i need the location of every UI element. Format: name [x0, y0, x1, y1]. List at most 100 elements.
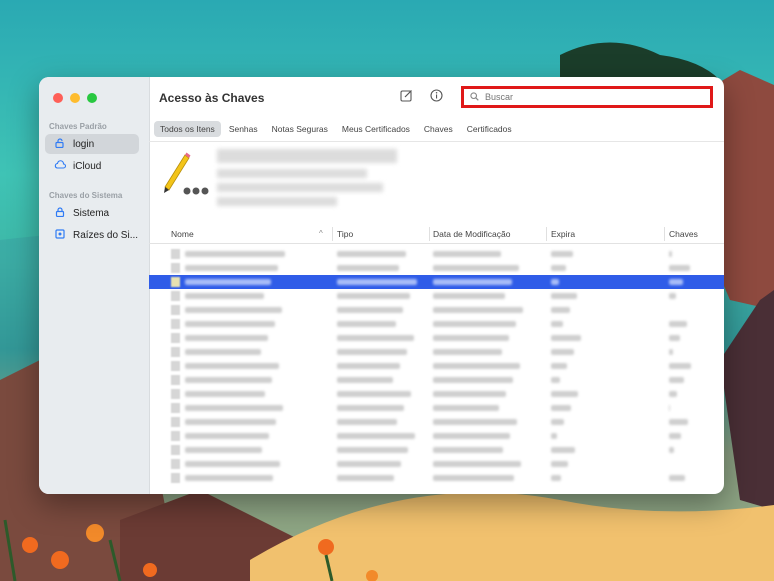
table-cell: [669, 279, 683, 285]
table-row[interactable]: [149, 247, 724, 261]
table-cell: [551, 335, 581, 341]
table-row[interactable]: [149, 387, 724, 401]
column-header-kind[interactable]: Tipo: [337, 229, 353, 239]
table-row[interactable]: [149, 331, 724, 345]
table-cell: [433, 419, 517, 425]
table-cell: [551, 447, 575, 453]
search-icon: [470, 91, 479, 103]
window-title: Acesso às Chaves: [159, 91, 265, 105]
column-header-expires[interactable]: Expira: [551, 229, 575, 239]
item-preview-detail: [217, 183, 383, 192]
table-cell: [433, 391, 506, 397]
safe-icon: [53, 228, 67, 242]
table-cell: [185, 265, 278, 271]
item-preview-detail: [217, 169, 367, 178]
item-type-icon: [171, 333, 180, 343]
sidebar-item-icloud[interactable]: iCloud: [45, 156, 139, 176]
item-type-icon: [171, 389, 180, 399]
item-type-icon: [171, 375, 180, 385]
table-cell: [185, 447, 262, 453]
window-controls: [53, 93, 97, 103]
sort-chevron-icon: ^: [319, 229, 323, 238]
lock-icon: [53, 206, 67, 220]
sidebar-section-system-keychains: Chaves do Sistema: [49, 191, 123, 200]
table-cell: [337, 363, 400, 369]
search-field[interactable]: [461, 86, 713, 108]
filter-passwords[interactable]: Senhas: [223, 121, 264, 137]
zoom-window-button[interactable]: [87, 93, 97, 103]
table-cell: [551, 363, 567, 369]
table-row[interactable]: [149, 401, 724, 415]
close-window-button[interactable]: [53, 93, 63, 103]
table-cell: [669, 293, 676, 299]
table-row[interactable]: [149, 457, 724, 471]
item-type-icon: [171, 305, 180, 315]
table-row[interactable]: [149, 359, 724, 373]
table-cell: [337, 251, 406, 257]
table-cell: [669, 251, 672, 257]
table-cell: [337, 349, 407, 355]
table-row[interactable]: [149, 289, 724, 303]
table-cell: [185, 461, 280, 467]
table-cell: [551, 307, 570, 313]
table-cell: [669, 391, 677, 397]
table-row[interactable]: [149, 261, 724, 275]
divider: [149, 141, 724, 142]
column-separator: [429, 227, 430, 241]
table-row[interactable]: [149, 471, 724, 485]
table-cell: [669, 321, 687, 327]
sidebar-item-system-roots[interactable]: Raízes do Si...: [45, 225, 139, 245]
table-cell: [185, 405, 283, 411]
table-row[interactable]: [149, 443, 724, 457]
filter-secure-notes[interactable]: Notas Seguras: [266, 121, 334, 137]
table-cell: [551, 321, 563, 327]
item-type-icon: [171, 291, 180, 301]
column-separator: [332, 227, 333, 241]
table-row[interactable]: [149, 317, 724, 331]
table-row[interactable]: [149, 345, 724, 359]
table-cell: [669, 377, 684, 383]
column-header-name[interactable]: Nome: [171, 229, 194, 239]
item-type-icon: [171, 445, 180, 455]
category-filter-bar: Todos os Itens Senhas Notas Seguras Meus…: [154, 121, 518, 137]
table-cell: [669, 433, 681, 439]
sidebar-item-login[interactable]: login: [45, 134, 139, 154]
table-row[interactable]: [149, 429, 724, 443]
table-row-selected[interactable]: [149, 275, 724, 289]
table-cell: [185, 349, 261, 355]
filter-certificates[interactable]: Certificados: [461, 121, 518, 137]
item-type-icon: [171, 277, 180, 287]
table-cell: [551, 391, 578, 397]
table-cell: [337, 335, 414, 341]
table-cell: [185, 335, 268, 341]
table-cell: [551, 461, 568, 467]
info-button[interactable]: [429, 89, 443, 104]
table-row[interactable]: [149, 303, 724, 317]
table-cell: [433, 265, 519, 271]
lock-open-icon: [53, 137, 67, 151]
filter-keys[interactable]: Chaves: [418, 121, 459, 137]
table-cell: [185, 475, 273, 481]
column-header-date-modified[interactable]: Data de Modificação: [433, 229, 511, 239]
column-separator: [664, 227, 665, 241]
table-cell: [433, 405, 499, 411]
table-cell: [669, 405, 670, 411]
column-separator: [546, 227, 547, 241]
table-cell: [185, 377, 272, 383]
table-cell: [337, 475, 394, 481]
minimize-window-button[interactable]: [70, 93, 80, 103]
sidebar-item-label: login: [73, 138, 95, 150]
table-cell: [551, 433, 557, 439]
column-header-keychain[interactable]: Chaves: [669, 229, 698, 239]
filter-my-certificates[interactable]: Meus Certificados: [336, 121, 416, 137]
keychain-window: Chaves Padrão login iCloud Chaves do Sis…: [39, 77, 724, 494]
table-cell: [433, 461, 521, 467]
filter-all-items[interactable]: Todos os Itens: [154, 121, 221, 137]
sidebar-item-label: iCloud: [73, 160, 102, 172]
table-cell: [433, 251, 501, 257]
table-row[interactable]: [149, 415, 724, 429]
search-input[interactable]: [483, 91, 687, 103]
sidebar-item-system[interactable]: Sistema: [45, 203, 139, 223]
new-item-button[interactable]: [399, 90, 413, 104]
table-row[interactable]: [149, 373, 724, 387]
